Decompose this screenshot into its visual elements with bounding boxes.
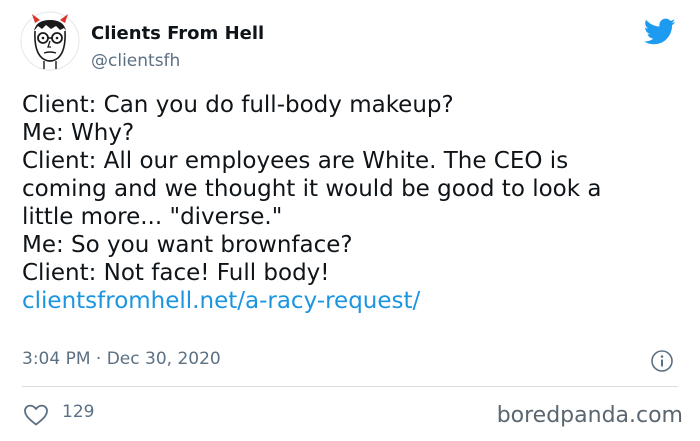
tweet-line: Client: Not face! Full body! [22, 260, 330, 286]
tweet-line: little more... "diverse." [22, 204, 283, 230]
tweet-timestamp[interactable]: 3:04 PM · Dec 30, 2020 [22, 349, 221, 369]
twitter-bird-icon[interactable] [643, 18, 676, 46]
info-icon[interactable] [650, 349, 674, 373]
like-count: 129 [62, 402, 95, 422]
tweet-line: Client: All our employees are White. The… [22, 148, 569, 174]
tweet-card: Clients From Hell @clientsfh Client: Can… [0, 0, 700, 441]
tweet-line: Me: Why? [22, 120, 135, 146]
divider [22, 386, 678, 387]
devil-man-avatar-icon [20, 11, 80, 71]
avatar[interactable] [20, 11, 80, 71]
tweet-link[interactable]: clientsfromhell.net/a-racy-request/ [22, 287, 692, 315]
tweet-line: Me: So you want brownface? [22, 232, 353, 258]
heart-icon[interactable] [23, 403, 49, 427]
tweet-line: coming and we thought it would be good t… [22, 176, 602, 202]
username-handle[interactable]: @clientsfh [91, 51, 180, 71]
tweet-text: Client: Can you do full-body makeup? Me:… [22, 91, 692, 315]
watermark: boredpanda.com [496, 403, 683, 428]
display-name[interactable]: Clients From Hell [91, 23, 264, 44]
tweet-line: Client: Can you do full-body makeup? [22, 92, 454, 118]
